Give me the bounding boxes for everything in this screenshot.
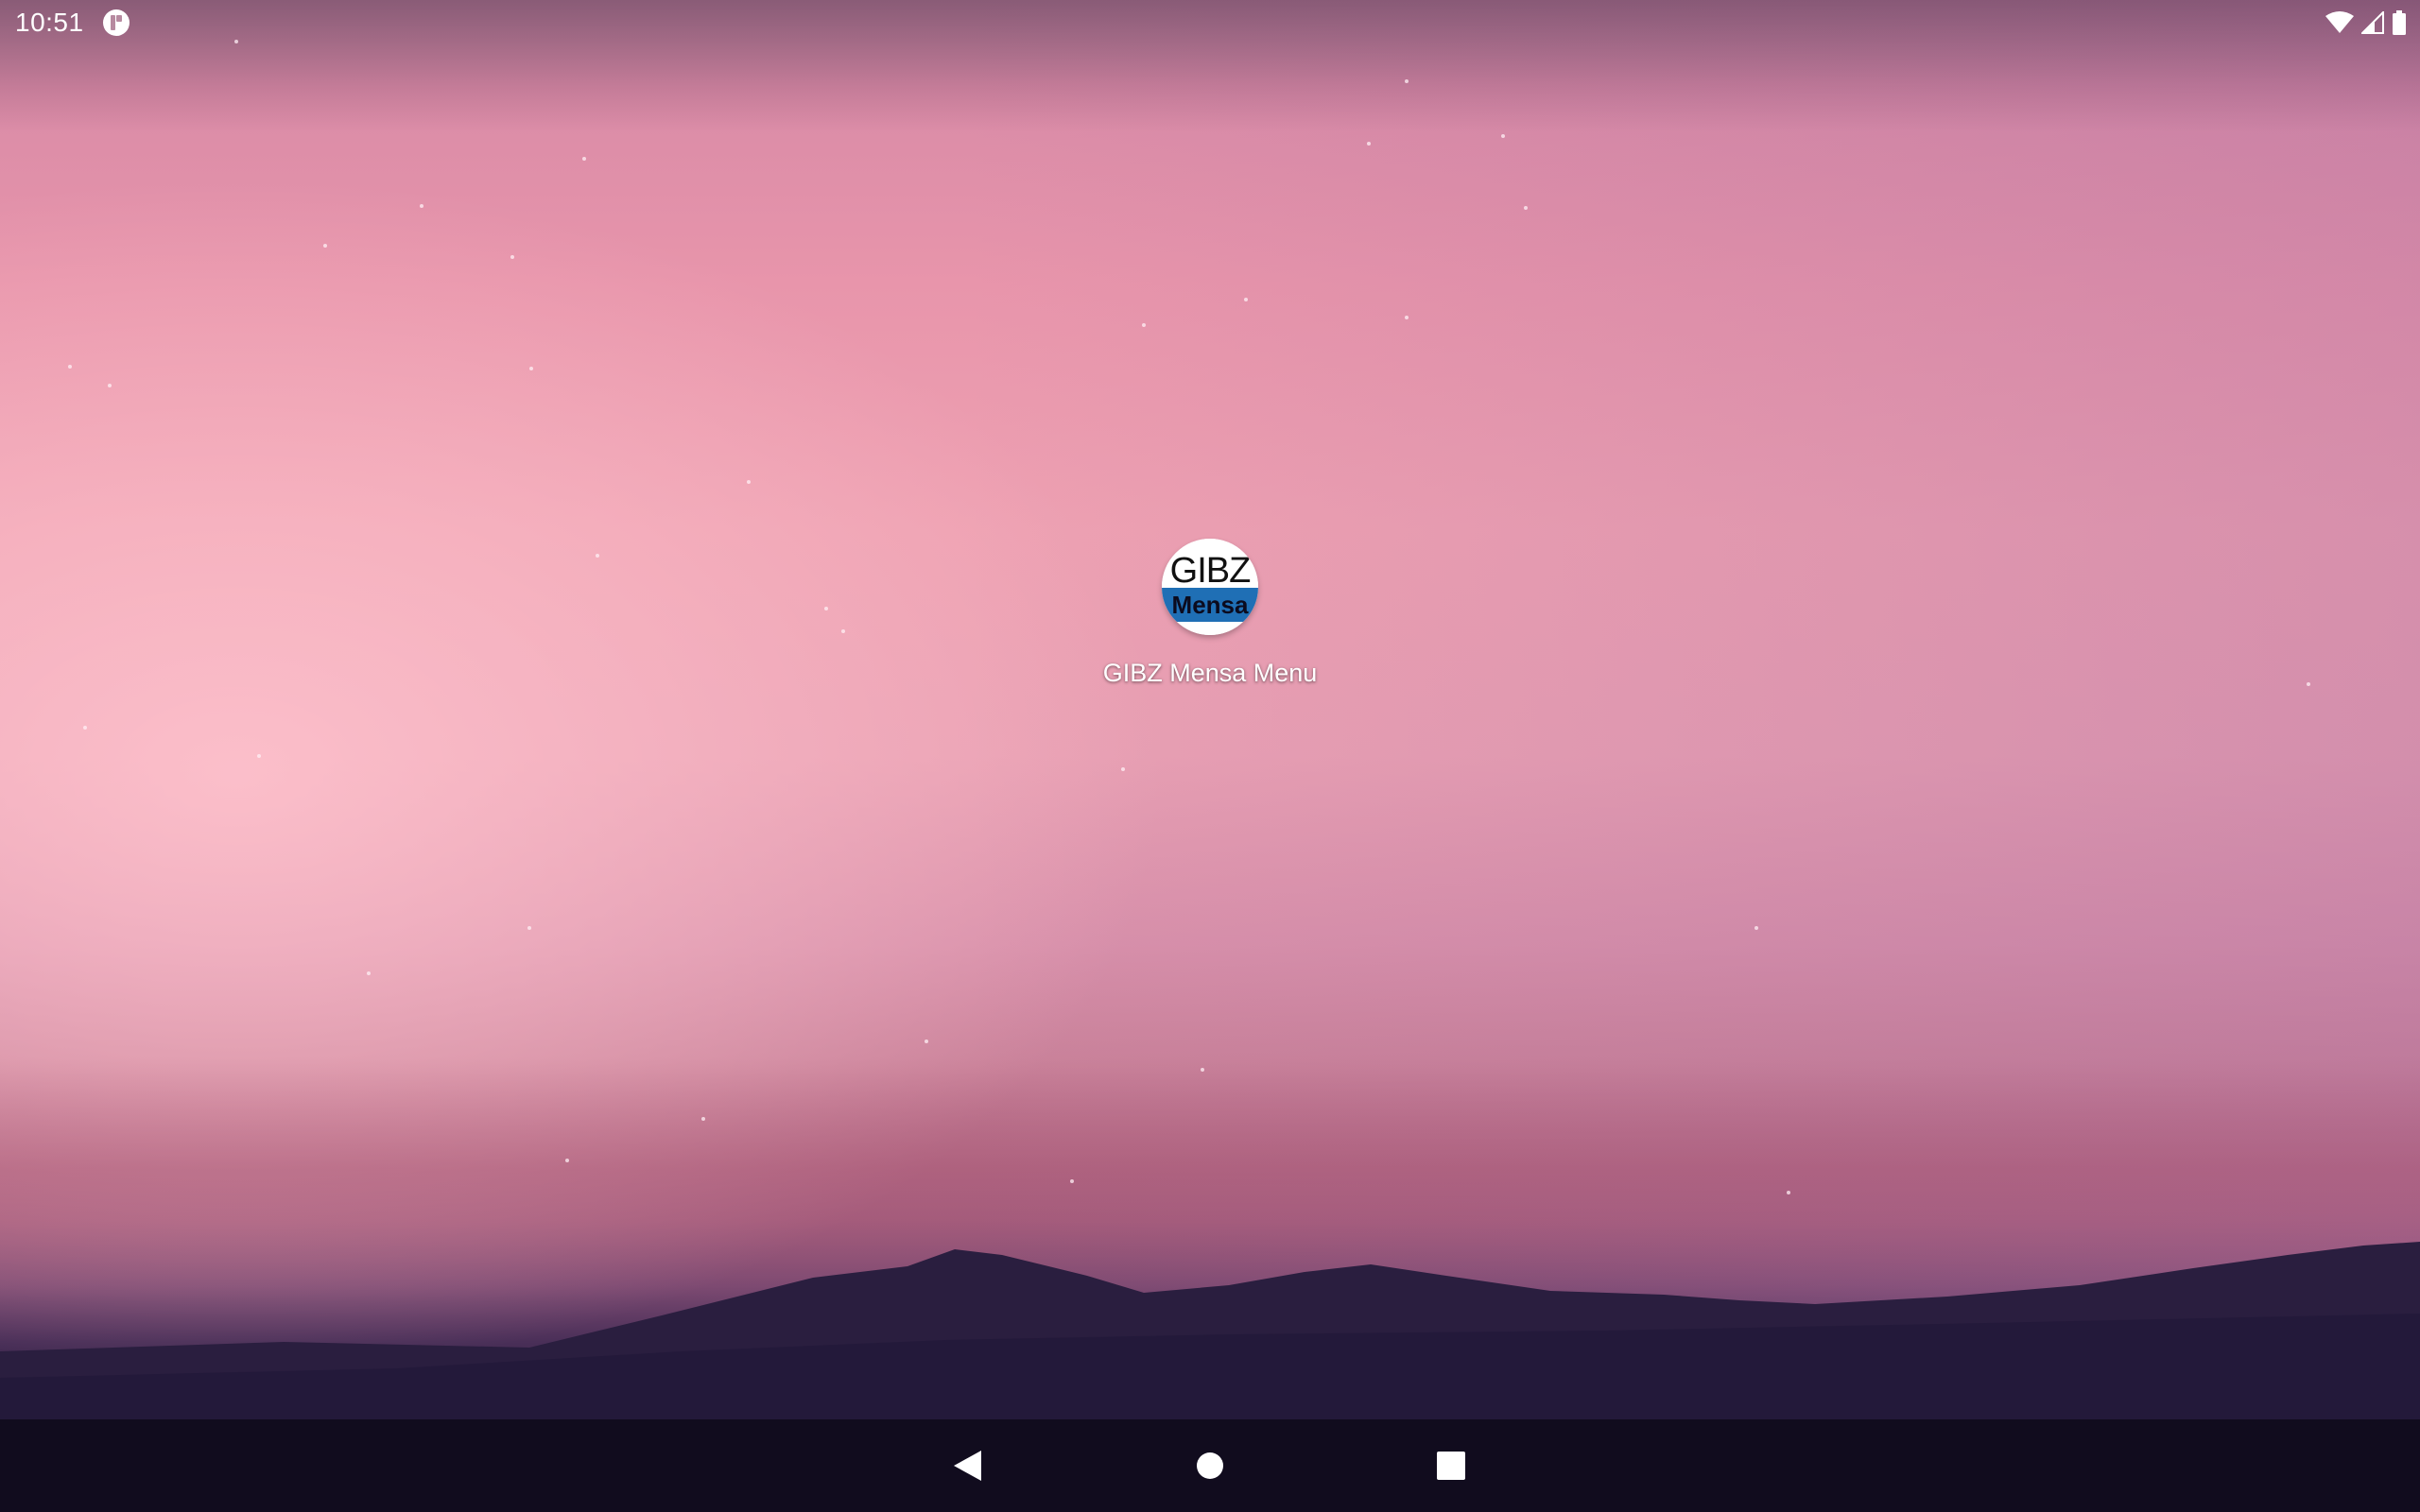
- back-icon: [954, 1451, 981, 1481]
- status-time: 10:51: [15, 8, 84, 37]
- cellular-signal-icon: [2361, 11, 2384, 34]
- wallpaper-mountains: [0, 1242, 2420, 1455]
- status-bar: 10:51: [0, 0, 2420, 45]
- home-icon: [1197, 1452, 1223, 1479]
- recents-icon: [1437, 1452, 1465, 1480]
- app-shortcut-gibz-mensa-menu[interactable]: GIBZ Mensa GIBZ Mensa Menu: [1103, 539, 1317, 688]
- app-icon-text-bottom: Mensa: [1171, 591, 1249, 619]
- app-icon-bottom-section: [1162, 622, 1258, 635]
- gibz-mensa-app-icon[interactable]: GIBZ Mensa: [1162, 539, 1258, 635]
- app-label[interactable]: GIBZ Mensa Menu: [1103, 658, 1318, 688]
- app-icon-text-top: GIBZ: [1169, 551, 1252, 591]
- recents-button[interactable]: [1418, 1433, 1484, 1499]
- battery-icon: [2393, 10, 2406, 35]
- back-button[interactable]: [934, 1433, 1000, 1499]
- status-icons: [2325, 9, 2407, 37]
- home-button[interactable]: [1177, 1433, 1243, 1499]
- wifi-icon: [2325, 11, 2354, 33]
- navigation-bar: [0, 1419, 2420, 1512]
- notification-app-icon: [103, 9, 130, 36]
- home-screen: 10:51 GIBZ Mensa GIBZ Mensa Menu: [0, 0, 2420, 1512]
